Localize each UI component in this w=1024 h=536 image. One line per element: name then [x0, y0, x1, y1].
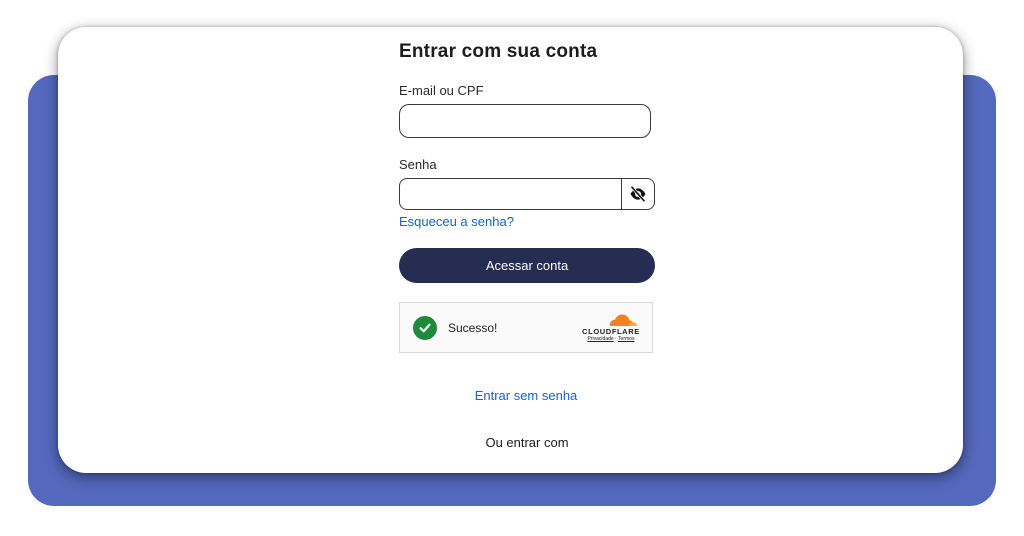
cloudflare-wordmark: CLOUDFLARE — [582, 327, 640, 336]
terms-link[interactable]: Termos — [618, 336, 634, 342]
passwordless-row: Entrar sem senha — [399, 387, 653, 405]
forgot-password-link[interactable]: Esqueceu a senha? — [399, 214, 514, 229]
password-field[interactable] — [400, 179, 621, 209]
captcha-status: Sucesso! — [448, 321, 498, 335]
password-label: Senha — [399, 157, 437, 172]
page: Entrar com sua conta E-mail ou CPF Senha… — [0, 0, 1024, 536]
passwordless-link[interactable]: Entrar sem senha — [475, 388, 578, 403]
email-label: E-mail ou CPF — [399, 83, 484, 98]
link-separator: · — [615, 336, 617, 342]
alternative-login-heading: Ou entrar com — [485, 435, 569, 450]
page-title: Entrar com sua conta — [399, 41, 598, 62]
cloudflare-logo: CLOUDFLARE Privacidade · Termos — [580, 312, 642, 344]
email-field[interactable] — [399, 104, 651, 138]
submit-button[interactable]: Acessar conta — [399, 248, 655, 283]
captcha-widget: Sucesso! CLOUDFLARE Privacidade · Termos — [399, 302, 653, 353]
eye-off-icon[interactable] — [621, 179, 654, 209]
check-circle-icon — [413, 316, 437, 340]
cloud-icon — [609, 314, 637, 326]
password-field-group — [399, 178, 655, 210]
privacy-link[interactable]: Privacidade — [588, 336, 614, 342]
login-card: Entrar com sua conta E-mail ou CPF Senha… — [58, 27, 963, 473]
captcha-links: Privacidade · Termos — [580, 336, 642, 342]
